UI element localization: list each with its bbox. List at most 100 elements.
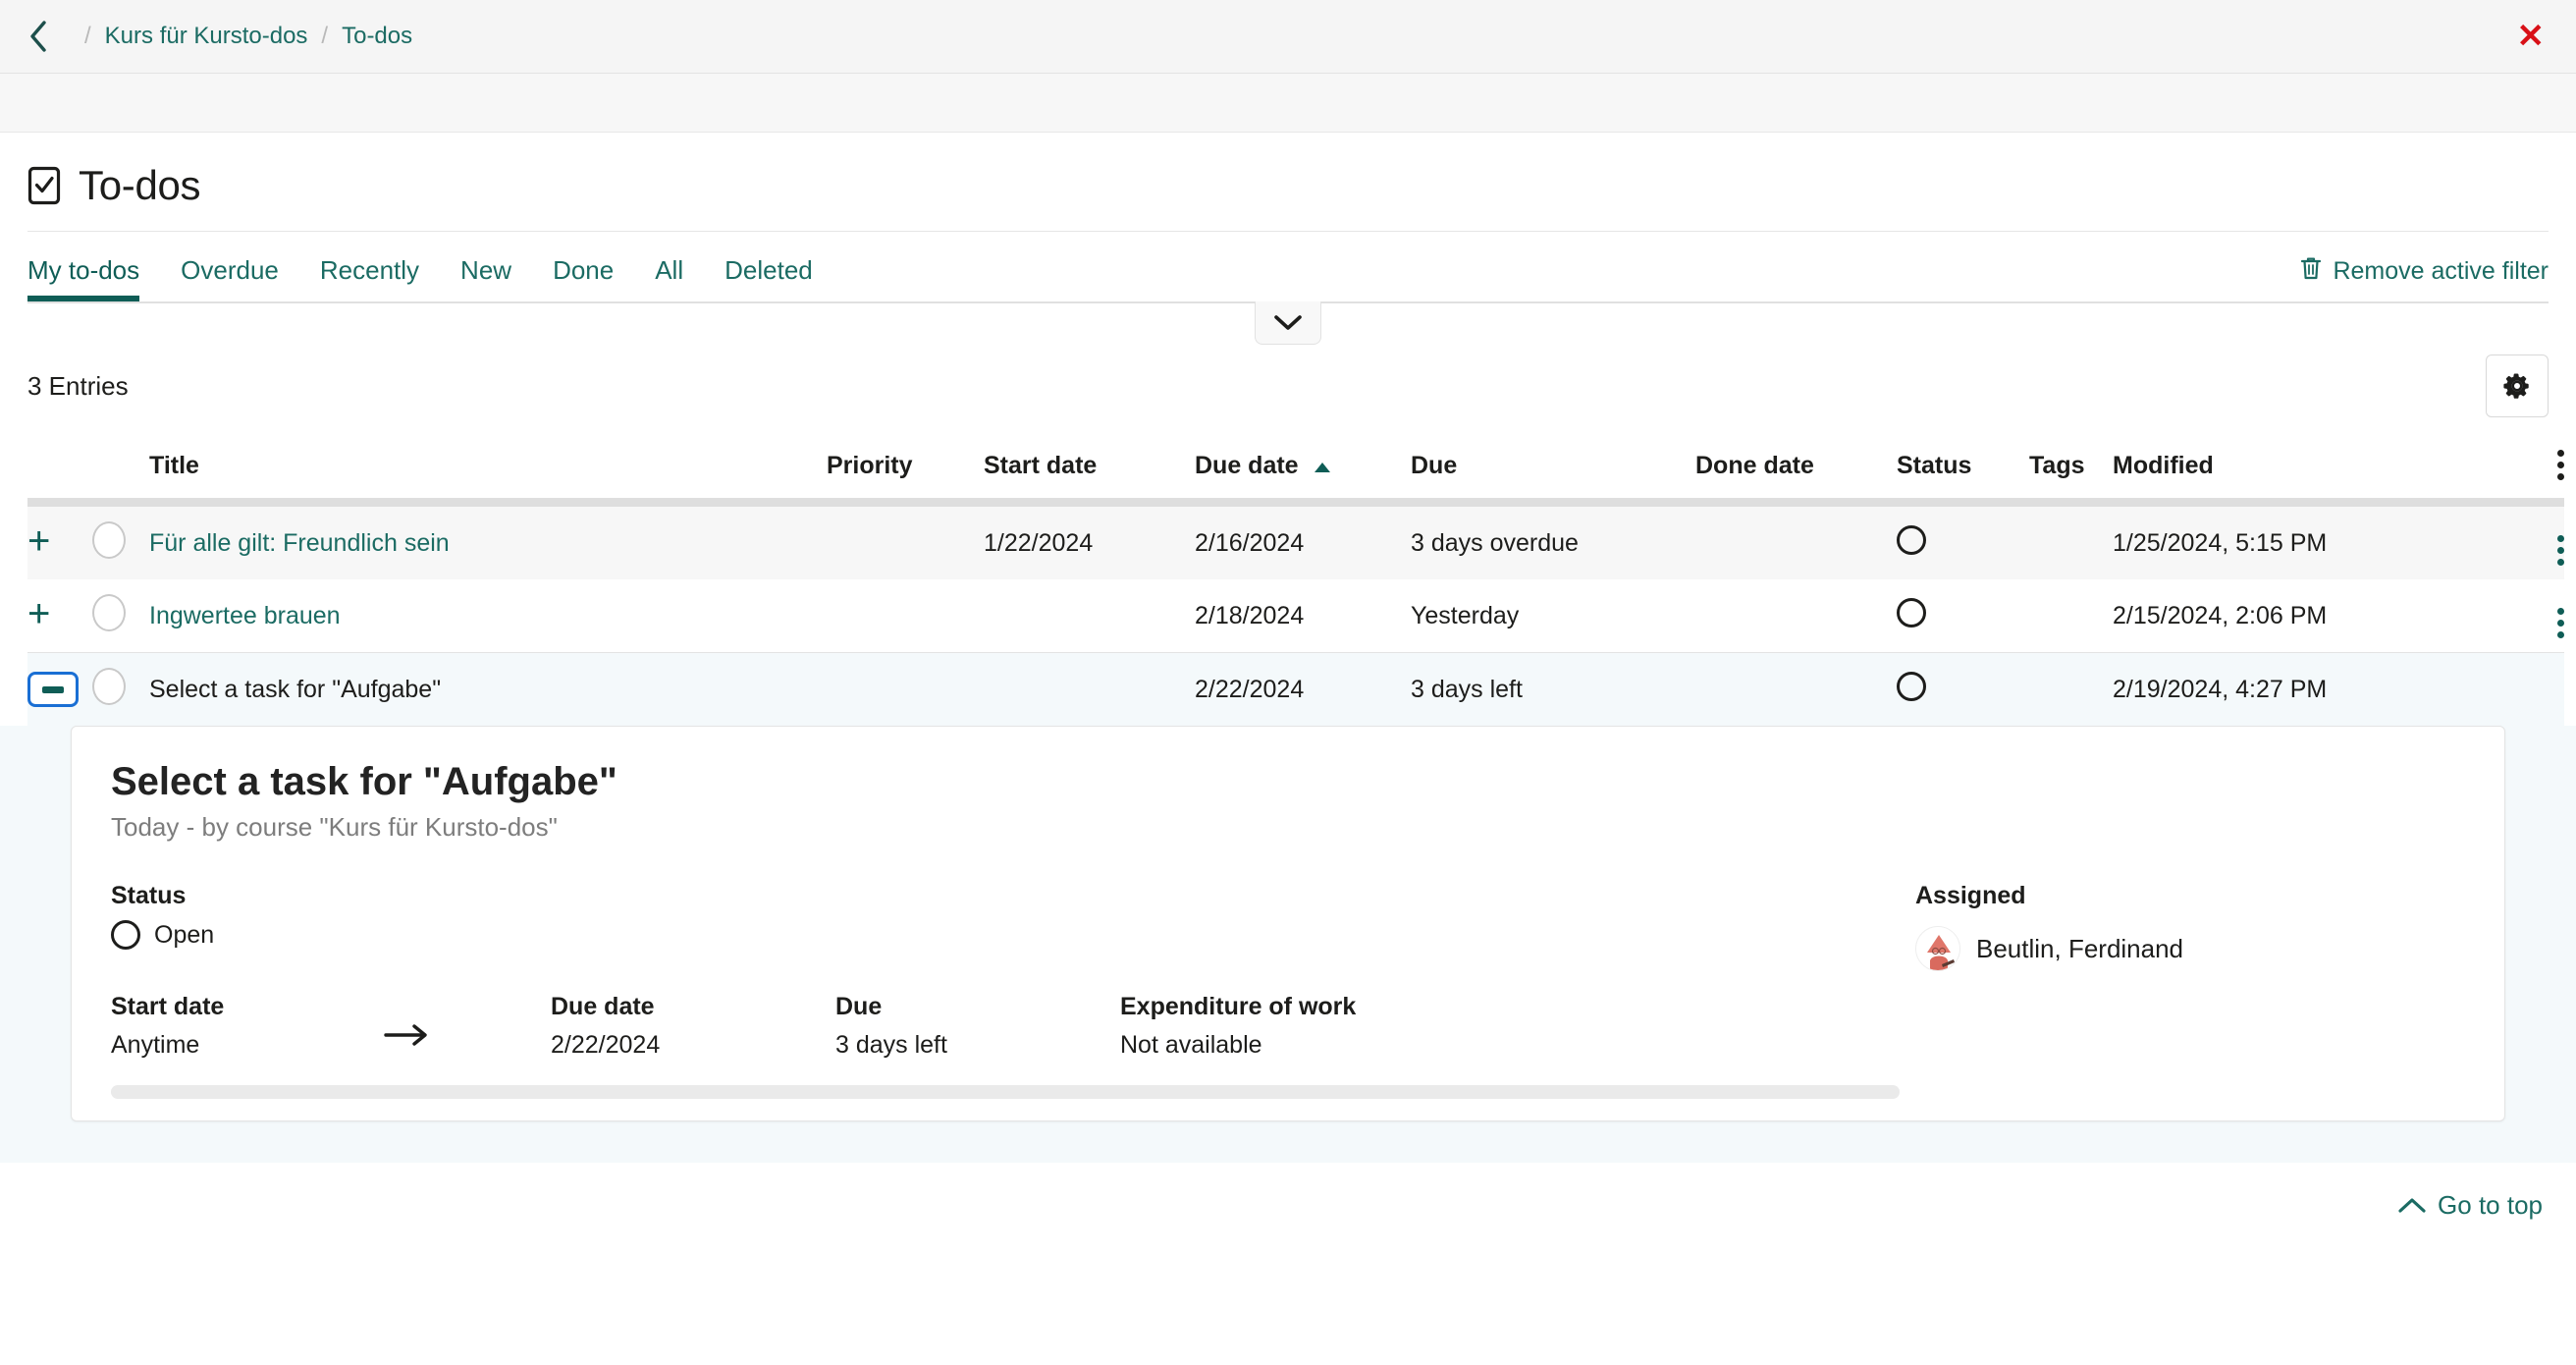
row-expand-button[interactable]: + xyxy=(27,579,92,653)
status-open-icon xyxy=(1897,597,1926,628)
arrow-right-icon xyxy=(384,993,551,1057)
detail-expenditure-label: Expenditure of work xyxy=(1120,993,1357,1020)
sort-ascending-icon xyxy=(1314,452,1331,479)
row-title-link[interactable]: Ingwertee brauen xyxy=(149,602,341,629)
detail-due-date-label: Due date xyxy=(551,993,655,1020)
row-due: Yesterday xyxy=(1411,579,1695,653)
row-start-date xyxy=(984,579,1195,653)
chevron-left-icon[interactable] xyxy=(27,20,49,53)
row-due-date: 2/18/2024 xyxy=(1195,579,1411,653)
row-status[interactable] xyxy=(1897,653,2029,727)
row-actions[interactable] xyxy=(2505,579,2564,653)
tab-recently[interactable]: Recently xyxy=(299,255,440,301)
row-done-date xyxy=(1695,507,1897,579)
detail-status-label: Status xyxy=(111,882,187,909)
detail-assigned-column: Assigned Beutlin, Ferdinand xyxy=(1915,882,2465,1060)
tab-new[interactable]: New xyxy=(440,255,532,301)
column-header-due-date[interactable]: Due date xyxy=(1195,435,1411,498)
row-modified: 2/19/2024, 4:27 PM xyxy=(2113,675,2328,703)
detail-fields-row: Start date Anytime Due date 2/22/2024 Du… xyxy=(111,993,1915,1060)
table-options-menu[interactable] xyxy=(2505,435,2564,498)
detail-expenditure-field: Expenditure of work Not available xyxy=(1120,993,1513,1060)
close-icon[interactable]: ✕ xyxy=(2517,20,2546,53)
minus-icon xyxy=(27,672,79,707)
column-header-due[interactable]: Due xyxy=(1411,435,1695,498)
status-open-icon xyxy=(1897,524,1926,555)
column-header-status[interactable]: Status xyxy=(1897,435,2029,498)
row-due-date: 2/16/2024 xyxy=(1195,528,1305,557)
kebab-menu-icon xyxy=(2557,535,2564,566)
scrollbar-thumb[interactable] xyxy=(111,1085,1901,1099)
column-expander xyxy=(27,435,92,498)
column-select xyxy=(92,435,149,498)
row-title-text: Select a task for "Aufgabe" xyxy=(149,675,442,703)
column-header-start-date[interactable]: Start date xyxy=(984,435,1195,498)
assigned-person[interactable]: Beutlin, Ferdinand xyxy=(1915,926,2465,971)
row-select-checkbox[interactable] xyxy=(92,579,149,653)
detail-start-date-value: Anytime xyxy=(111,1031,200,1059)
checkbox-checked-icon xyxy=(27,166,61,205)
column-header-tags[interactable]: Tags xyxy=(2029,435,2113,498)
detail-title: Select a task for "Aufgabe" xyxy=(111,760,617,803)
table-row[interactable]: + Für alle gilt: Freundlich sein 1/22/20… xyxy=(27,507,2564,579)
chevron-down-icon[interactable] xyxy=(1255,301,1321,345)
detail-due-date-field: Due date 2/22/2024 xyxy=(551,993,835,1060)
detail-start-date-label: Start date xyxy=(111,993,225,1020)
tab-my-todos[interactable]: My to-dos xyxy=(27,255,160,301)
breadcrumb-item-todos[interactable]: To-dos xyxy=(342,23,412,50)
secondary-toolbar xyxy=(0,74,2576,133)
row-select-checkbox[interactable] xyxy=(92,653,149,727)
row-tags xyxy=(2029,579,2113,653)
tab-done[interactable]: Done xyxy=(532,255,634,301)
page-title: To-dos xyxy=(79,162,201,208)
row-expand-button[interactable]: + xyxy=(27,507,92,579)
tab-deleted[interactable]: Deleted xyxy=(704,255,833,301)
row-priority xyxy=(827,507,984,579)
breadcrumb-item-course[interactable]: Kurs für Kursto-dos xyxy=(105,23,308,50)
row-actions[interactable] xyxy=(2505,653,2564,727)
detail-start-date-field: Start date Anytime xyxy=(111,993,384,1060)
column-header-done-date[interactable]: Done date xyxy=(1695,435,1897,498)
todos-table: Title Priority Start date Due date Due D… xyxy=(27,435,2564,726)
row-select-checkbox[interactable] xyxy=(92,507,149,579)
table-row[interactable]: Select a task for "Aufgabe" 2/22/2024 3 … xyxy=(27,652,2564,727)
table-row[interactable]: + Ingwertee brauen 2/18/2024 Yesterday 2… xyxy=(27,579,2564,653)
detail-due-label: Due xyxy=(835,993,883,1020)
detail-due-value: 3 days left xyxy=(835,1031,947,1059)
chevron-up-icon xyxy=(2398,1190,2426,1221)
row-status[interactable] xyxy=(1897,579,2029,653)
row-title: Select a task for "Aufgabe" xyxy=(149,653,827,727)
detail-horizontal-scrollbar[interactable] xyxy=(111,1085,2465,1099)
todo-detail-card: Select a task for "Aufgabe" Today - by c… xyxy=(71,726,2505,1121)
row-status[interactable] xyxy=(1897,507,2029,579)
status-open-icon xyxy=(1897,671,1926,701)
remove-active-filter-label: Remove active filter xyxy=(2333,257,2549,285)
go-to-top-button[interactable]: Go to top xyxy=(2398,1190,2543,1221)
remove-active-filter-button[interactable]: Remove active filter xyxy=(2299,255,2549,301)
status-open-icon[interactable] xyxy=(111,920,140,950)
column-header-title[interactable]: Title xyxy=(149,435,827,498)
tab-all[interactable]: All xyxy=(634,255,704,301)
tab-bar: My to-dos Overdue Recently New Done All … xyxy=(27,232,2549,301)
column-header-modified[interactable]: Modified xyxy=(2113,435,2505,498)
tab-overdue[interactable]: Overdue xyxy=(160,255,299,301)
row-collapse-button[interactable] xyxy=(27,653,92,727)
plus-icon: + xyxy=(27,592,51,635)
gear-icon[interactable] xyxy=(2486,355,2549,417)
detail-main-column: Status Open Start date Anytime Due date … xyxy=(111,882,1915,1060)
column-header-priority[interactable]: Priority xyxy=(827,435,984,498)
plus-icon: + xyxy=(27,519,51,563)
table-header-divider xyxy=(27,498,2564,507)
row-actions[interactable] xyxy=(2505,507,2564,579)
tab-bar-divider xyxy=(27,301,2549,345)
breadcrumb-separator-1: / xyxy=(84,23,91,49)
row-start-date: 1/22/2024 xyxy=(984,528,1094,557)
row-title-link[interactable]: Für alle gilt: Freundlich sein xyxy=(149,529,450,557)
row-start-date xyxy=(984,653,1195,727)
kebab-menu-icon xyxy=(2557,608,2564,638)
table-header-row: Title Priority Start date Due date Due D… xyxy=(27,435,2564,498)
detail-status-field: Status Open xyxy=(111,882,1915,950)
row-tags xyxy=(2029,653,2113,727)
detail-status-value: Open xyxy=(154,920,215,949)
trash-icon xyxy=(2299,255,2323,288)
